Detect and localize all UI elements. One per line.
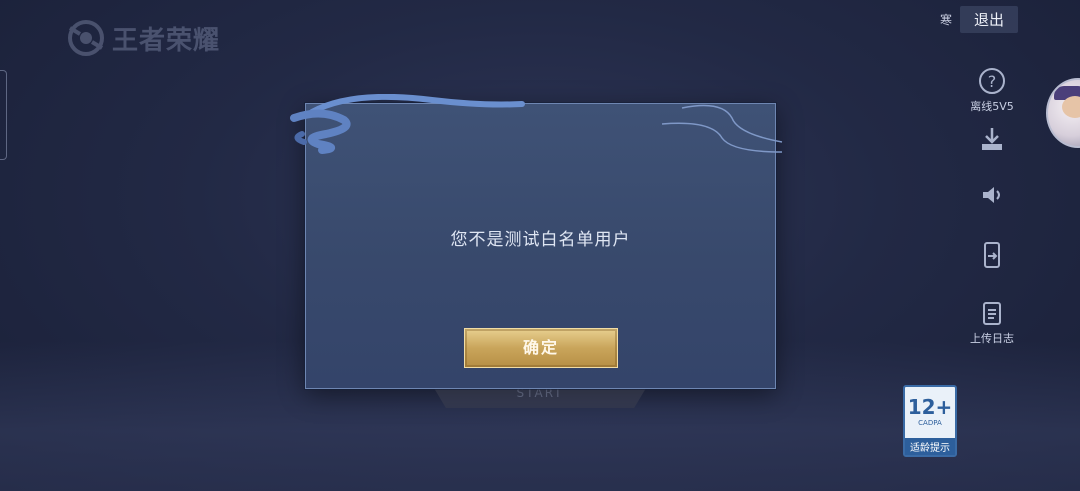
download-icon: [982, 128, 1002, 150]
phone-swap-icon: [984, 242, 1000, 268]
top-small-label: 寒: [939, 13, 952, 27]
exit-button[interactable]: 退出: [959, 6, 1018, 33]
cloud-ornament-icon: [290, 94, 783, 154]
alert-dialog: 您不是测试白名单用户 确定: [290, 94, 783, 389]
dialog-message: 您不是测试白名单用户: [450, 230, 631, 250]
logo-text: 王者荣耀: [112, 25, 221, 56]
age-rating-badge: 12+ CADPA 适龄提示: [903, 385, 957, 457]
avatar[interactable]: [1046, 78, 1080, 148]
side-item-label: 上传日志: [970, 332, 1014, 345]
left-drawer-handle[interactable]: [0, 70, 7, 160]
side-item-label: 离线5V5: [970, 100, 1014, 113]
age-rating-number: 12+: [907, 395, 953, 419]
help-icon: ?: [979, 68, 1005, 94]
confirm-button[interactable]: 确定: [464, 328, 618, 368]
logo-mark-icon: [68, 20, 104, 56]
device-switch-button[interactable]: [960, 240, 1024, 270]
sound-button[interactable]: [960, 180, 1024, 210]
speaker-icon: [983, 187, 1000, 203]
age-rating-org: CADPA: [918, 419, 942, 427]
age-rating-caption: 适龄提示: [905, 438, 955, 455]
upload-log-button[interactable]: 上传日志: [960, 298, 1024, 346]
offline-5v5-button[interactable]: ? 离线5V5: [960, 66, 1024, 114]
game-logo: 王者荣耀: [66, 18, 220, 58]
download-button[interactable]: [960, 124, 1024, 154]
svg-text:?: ?: [988, 72, 997, 91]
clipboard-icon: [983, 302, 1001, 325]
top-bar: 寒 退出: [940, 6, 1080, 33]
